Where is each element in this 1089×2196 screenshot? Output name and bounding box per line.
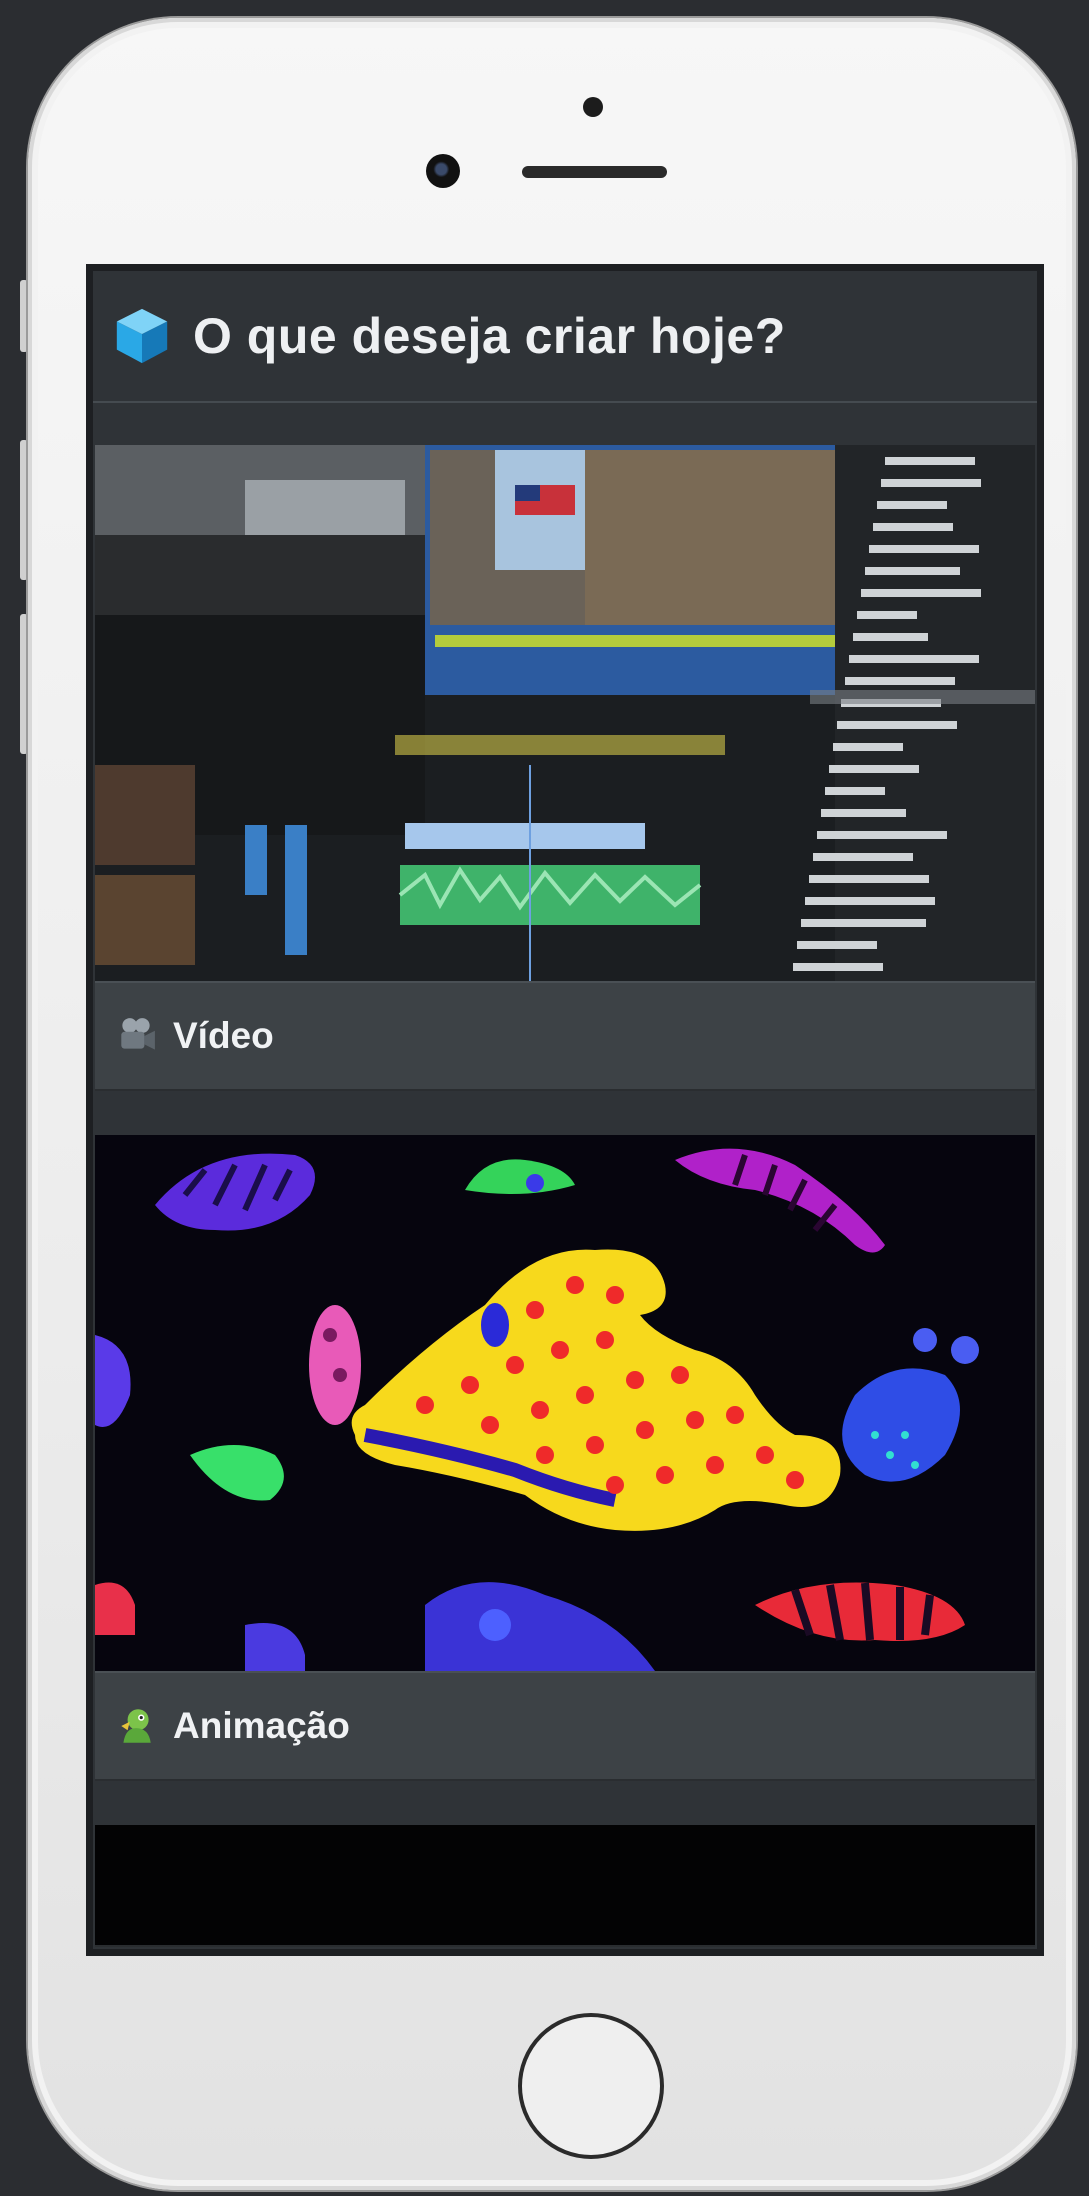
animation-thumbnail <box>95 1135 1035 1671</box>
category-list: Vídeo Animação <box>93 403 1037 1947</box>
video-editing-thumbnail <box>95 445 1035 981</box>
card-label: Vídeo <box>173 1015 274 1056</box>
app-screen: O que deseja criar hoje? Vídeo Animação <box>86 264 1044 1956</box>
home-button[interactable] <box>518 2013 664 2159</box>
proximity-sensor <box>583 97 603 117</box>
volume-up-button <box>20 440 28 580</box>
dragon-icon <box>121 1709 151 1743</box>
front-camera <box>426 154 460 188</box>
cube-icon <box>116 308 168 364</box>
app-header: O que deseja criar hoje? <box>93 271 1037 403</box>
card-label: Animação <box>173 1705 350 1746</box>
video-camera-icon <box>121 1018 155 1050</box>
volume-down-button <box>20 614 28 754</box>
category-card-partial[interactable] <box>95 1825 1035 1947</box>
page-title: O que deseja criar hoje? <box>193 308 786 364</box>
card-thumbnail <box>95 1825 1035 1945</box>
mute-switch <box>20 280 28 352</box>
category-card-animation[interactable]: Animação <box>95 1135 1035 1781</box>
earpiece-speaker <box>522 166 667 178</box>
card-footer: Animação <box>95 1671 1035 1779</box>
category-card-video[interactable]: Vídeo <box>95 445 1035 1091</box>
animation-illustration <box>95 1135 1035 1671</box>
card-footer: Vídeo <box>95 981 1035 1089</box>
video-editor-illustration <box>95 445 1035 981</box>
